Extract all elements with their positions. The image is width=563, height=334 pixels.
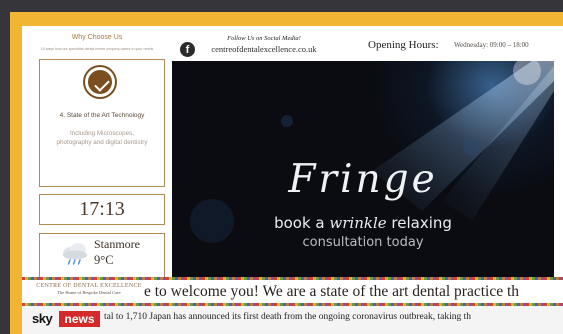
banner-title: Fringe	[288, 157, 438, 202]
clock-time: 17:13	[79, 198, 125, 220]
sky-logo-text: sky	[32, 311, 53, 326]
weather-card: Stanmore 9°C	[39, 233, 165, 279]
clock-card: 17:13	[39, 194, 165, 225]
banner-line-1: book a wrinkle relaxing	[274, 214, 452, 232]
cloud-rain-icon	[63, 243, 87, 265]
social-follow-text: Follow Us on Social Media!	[227, 35, 301, 42]
logo-tagline: The Home of Bespoke Dental Care	[57, 290, 121, 295]
ticker-stripe-top	[22, 277, 563, 280]
promo-banner: Fringe book a wrinkle relaxing consultat…	[172, 61, 554, 277]
weather-city: Stanmore	[94, 237, 140, 251]
feature-title: 4. State of the Art Technology	[59, 112, 145, 119]
feature-description: Including Microscopes, photography and d…	[56, 130, 148, 146]
sky-news-logo: sky news	[30, 310, 100, 328]
news-headline: tal to 1,710 Japan has announced its fir…	[104, 312, 471, 322]
why-choose-us-title: Why Choose Us	[71, 34, 123, 41]
opening-hours-value: Wednesday: 09:00 – 18:00	[454, 41, 529, 49]
news-logo-text: news	[59, 311, 100, 327]
feature-card: 4. State of the Art Technology Including…	[39, 59, 165, 187]
news-ticker: sky news tal to 1,710 Japan has announce…	[22, 306, 563, 334]
welcome-ticker: e to welcome you! We are a state of the …	[144, 283, 520, 300]
weather-temperature: 9°C	[94, 253, 114, 267]
banner-line-2: consultation today	[302, 235, 424, 250]
opening-hours-label: Opening Hours:	[368, 39, 439, 51]
website-url: centreofdentalexcellence.co.uk	[211, 44, 317, 54]
checkmark-icon	[85, 67, 115, 97]
facebook-icon: f	[180, 42, 195, 57]
signage-screen: Why Choose Us 10 ways how our specialist…	[22, 26, 563, 334]
logo-name: CENTRE OF DENTAL EXCELLENCE	[36, 283, 142, 289]
practice-logo: CENTRE OF DENTAL EXCELLENCE The Home of …	[28, 283, 150, 295]
why-choose-us-subtitle: 10 ways how our specialist dental centre…	[40, 47, 154, 51]
